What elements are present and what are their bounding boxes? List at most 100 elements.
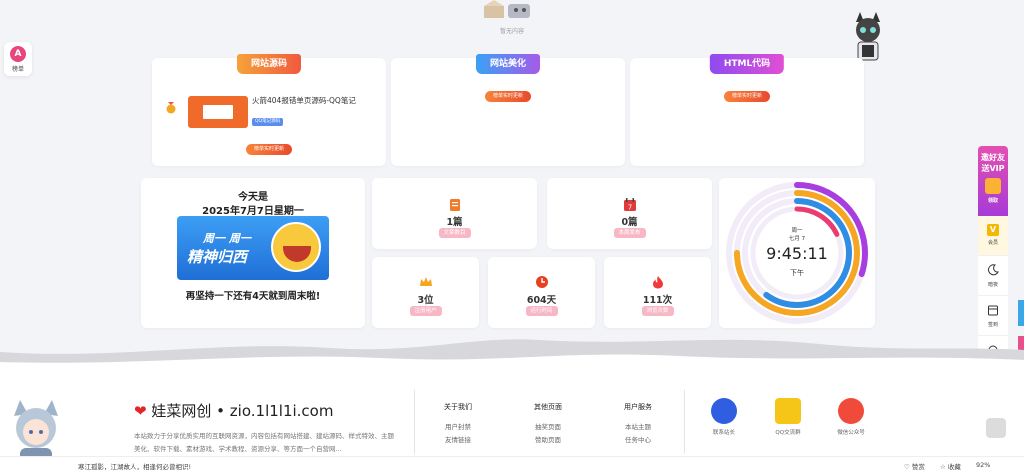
footer-divider bbox=[414, 390, 415, 454]
footer-col-heading: 其他页面 bbox=[534, 403, 562, 411]
stat-card-runtime: 604天 运行时间 bbox=[488, 257, 595, 328]
like-label: 赞赏 bbox=[911, 463, 925, 471]
moon-icon bbox=[988, 264, 999, 276]
bottom-status-bar: 寒江孤影，江湖故人，相逢何必曾相识! ♡ 赞赏 ☆ 收藏 92% bbox=[0, 456, 1024, 472]
rank-ribbon-source: 网站源码 bbox=[236, 54, 302, 74]
stat-label: 文章数目 bbox=[438, 228, 471, 238]
rank-item-thumbnail[interactable] bbox=[188, 96, 248, 128]
heart-icon: ❤ bbox=[134, 402, 147, 420]
stat-value: 604天 bbox=[526, 295, 557, 306]
qr-contact-admin[interactable]: 联系站长 bbox=[694, 398, 754, 436]
like-button[interactable]: ♡ 赞赏 bbox=[904, 461, 925, 471]
favorite-label: 收藏 bbox=[947, 463, 961, 471]
qr-caption: 微信公众号 bbox=[837, 430, 865, 436]
qr-caption: 联系站长 bbox=[712, 430, 735, 436]
leaderboard-float-button[interactable]: A 榜单 bbox=[4, 42, 32, 76]
rank-item-title[interactable]: 火箭404报错单页源码-QQ笔记 bbox=[252, 96, 372, 106]
stat-label: 注册用户 bbox=[409, 306, 442, 316]
notification-bell-icon[interactable] bbox=[986, 418, 1006, 438]
weekend-countdown-text: 再坚持一下还有4天就到周末啦! bbox=[185, 291, 321, 302]
qr-qq-group[interactable]: QQ交流群 bbox=[758, 398, 818, 436]
footer-col-pages: 其他页面 抽奖页面 赞助页面 bbox=[518, 402, 578, 447]
footer-col-heading: 关于我们 bbox=[444, 403, 472, 411]
rank-item-tag[interactable]: QQ笔记源码 bbox=[252, 118, 284, 126]
footer-link[interactable]: 赞助页面 bbox=[518, 434, 578, 447]
invite-claim: 领取 bbox=[987, 198, 998, 204]
calendar-icon bbox=[988, 305, 998, 316]
stat-value: 111次 bbox=[642, 295, 673, 306]
rail-darkmode-button[interactable]: 暗夜 bbox=[978, 256, 1008, 296]
footer-link[interactable]: 抽奖页面 bbox=[518, 421, 578, 434]
clock-time: 9:45:11 bbox=[766, 244, 828, 263]
document-icon bbox=[449, 199, 460, 211]
rank-medal-icon bbox=[166, 102, 176, 114]
qq-group-icon bbox=[775, 398, 801, 424]
rank-ribbon-html: HTML代码 bbox=[709, 54, 785, 74]
clock-date: 七月 7 bbox=[788, 236, 806, 242]
stat-card-views: 111次 浏览次数 bbox=[604, 257, 711, 328]
laughing-face-icon bbox=[271, 222, 321, 272]
favorite-button[interactable]: ☆ 收藏 bbox=[940, 461, 961, 471]
footer-link[interactable]: 友情链接 bbox=[428, 434, 488, 447]
footer-link[interactable]: 任务中心 bbox=[608, 434, 668, 447]
footer-link[interactable]: 本站主题 bbox=[608, 421, 668, 434]
footer-col-about: 关于我们 用户封禁 友情链接 bbox=[428, 402, 488, 447]
banner-main-text: 精神归西 bbox=[187, 248, 248, 266]
clock-card: 周一 七月 7 9:45:11 下午 bbox=[719, 178, 875, 328]
leaderboard-label: 榜单 bbox=[11, 66, 24, 73]
clock-icon bbox=[535, 276, 548, 288]
rank-ribbon-beautify: 网站美化 bbox=[475, 54, 541, 74]
rail-label: 会员 bbox=[987, 240, 998, 246]
fire-icon bbox=[652, 276, 663, 289]
banner-top-text: 周一 周一 bbox=[203, 232, 251, 245]
vip-icon: V bbox=[987, 224, 999, 236]
stat-label: 本周发布 bbox=[613, 228, 646, 238]
wechat-official-icon bbox=[838, 398, 864, 424]
crown-icon bbox=[419, 277, 432, 286]
svg-text:7: 7 bbox=[627, 204, 631, 212]
stat-label: 运行时间 bbox=[525, 306, 558, 316]
today-card: 今天是 2025年7月7日星期一 周一 周一 精神归西 再坚持一下还有4天就到周… bbox=[141, 178, 365, 328]
clock-ampm: 下午 bbox=[790, 269, 804, 277]
rail-vip-button[interactable]: V 会员 bbox=[978, 216, 1008, 256]
rail-label: 签到 bbox=[987, 322, 998, 328]
rank-card-html: HTML代码 榜单实时更新 bbox=[630, 54, 864, 166]
footer-description: 本站致力于分享优质实用的互联网资源，内容包括有网站搭建、建站源码、样式特效、主题… bbox=[134, 432, 394, 452]
status-message: 寒江孤影，江湖故人，相逢何必曾相识! bbox=[78, 463, 192, 471]
rank-update-button[interactable]: 榜单实时更新 bbox=[484, 91, 532, 102]
gift-icon bbox=[985, 178, 1001, 194]
today-date: 2025年7月7日星期一 bbox=[202, 206, 304, 217]
invite-line1: 邀好友 bbox=[981, 153, 1005, 162]
edge-accent bbox=[1018, 300, 1024, 326]
brand-domain: zio.1l1l1i.com bbox=[229, 402, 334, 420]
contact-admin-icon bbox=[711, 398, 737, 424]
rank-update-button[interactable]: 榜单实时更新 bbox=[245, 144, 293, 155]
footer-brand[interactable]: ❤ 娃菜网创 • zio.1l1l1i.com bbox=[134, 400, 333, 421]
footer-col-heading: 用户服务 bbox=[624, 403, 652, 411]
stat-value: 1篇 bbox=[446, 217, 463, 228]
brand-name: 娃菜网创 bbox=[151, 402, 212, 420]
zoom-level: 92% bbox=[976, 461, 991, 469]
qr-wechat[interactable]: 微信公众号 bbox=[821, 398, 881, 436]
today-banner-image: 周一 周一 精神归西 bbox=[177, 216, 329, 280]
qr-caption: QQ交流群 bbox=[775, 430, 801, 436]
stat-card-users: 3位 注册用户 bbox=[372, 257, 479, 328]
brand-separator: • bbox=[216, 402, 226, 420]
stat-label: 浏览次数 bbox=[641, 306, 674, 316]
leaderboard-icon: A bbox=[10, 46, 26, 62]
footer-link[interactable]: 用户封禁 bbox=[428, 421, 488, 434]
stat-value: 3位 bbox=[417, 295, 434, 306]
rail-label: 暗夜 bbox=[987, 282, 998, 288]
today-label: 今天是 bbox=[238, 192, 268, 203]
stat-value: 0篇 bbox=[621, 217, 638, 228]
footer-divider bbox=[684, 390, 685, 454]
rank-update-button[interactable]: 榜单实时更新 bbox=[723, 91, 771, 102]
stat-card-week: 7 0篇 本周发布 bbox=[547, 178, 712, 249]
rank-card-source: 网站源码 火箭404报错单页源码-QQ笔记 QQ笔记源码 榜单实时更新 bbox=[152, 54, 386, 166]
clock-weekday: 周一 bbox=[791, 228, 803, 234]
invite-line2: 送VIP bbox=[981, 164, 1005, 173]
calendar-icon: 7 bbox=[623, 198, 636, 212]
invite-vip-banner[interactable]: 邀好友 送VIP 领取 bbox=[978, 146, 1008, 216]
mountain-divider bbox=[0, 339, 1024, 372]
stat-card-articles: 1篇 文章数目 bbox=[372, 178, 537, 249]
